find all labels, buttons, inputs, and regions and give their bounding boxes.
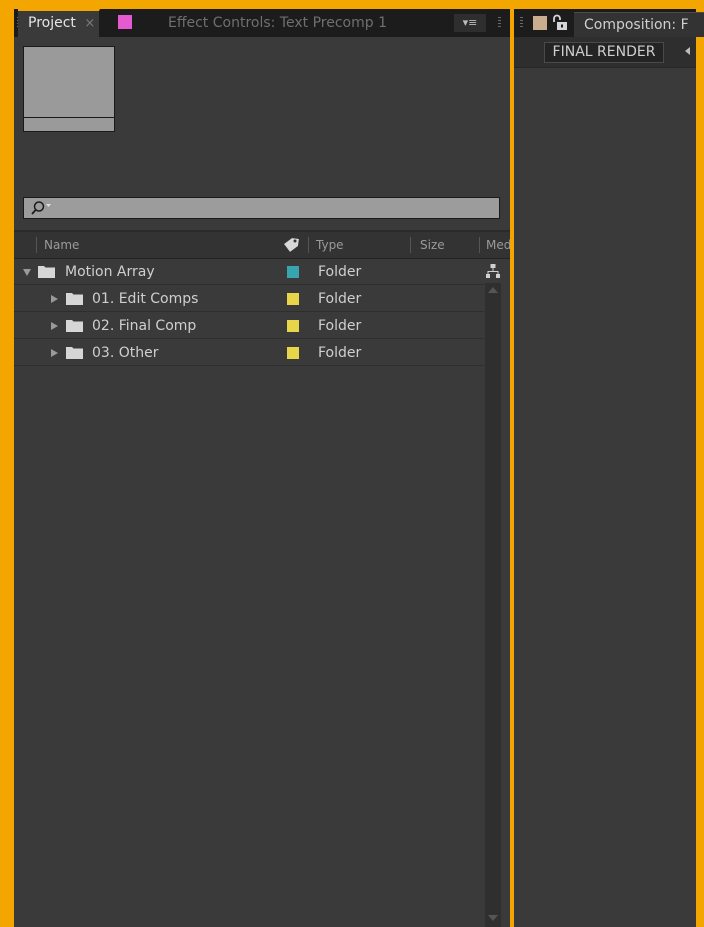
final-render-button[interactable]: FINAL RENDER (544, 42, 664, 63)
label-color-swatch[interactable] (287, 293, 299, 305)
expand-triangle-icon[interactable] (51, 295, 58, 303)
column-header-row: Name Type Size Med (14, 232, 510, 259)
column-divider[interactable] (410, 237, 411, 253)
item-type: Folder (318, 345, 362, 361)
label-color-swatch[interactable] (287, 347, 299, 359)
item-name: 01. Edit Comps (92, 291, 199, 307)
column-header-media[interactable]: Med (486, 232, 510, 258)
project-panel: Project × Effect Controls: Text Precomp … (14, 9, 510, 927)
list-item-03-other[interactable]: 03. Other Folder (14, 340, 484, 366)
tab-project[interactable]: Project × (18, 9, 100, 37)
panel-menu-icon[interactable]: ▾≡ (454, 14, 486, 32)
column-header-name[interactable]: Name (44, 232, 79, 258)
folder-icon (66, 320, 83, 332)
column-header-size[interactable]: Size (420, 232, 445, 258)
column-divider[interactable] (308, 237, 309, 253)
project-tab-bar: Project × Effect Controls: Text Precomp … (14, 9, 510, 37)
folder-icon (66, 347, 83, 359)
list-item-motion-array[interactable]: Motion Array Folder (14, 259, 484, 285)
item-preview-thumbnail (23, 46, 115, 132)
panel-grip-icon[interactable] (520, 17, 523, 29)
column-divider[interactable] (479, 237, 480, 253)
item-name: 03. Other (92, 345, 159, 361)
lock-icon[interactable] (551, 14, 569, 32)
composition-tab-bar: Composition: F (514, 9, 704, 37)
column-divider[interactable] (36, 237, 37, 253)
tab-composition[interactable]: Composition: F (574, 12, 704, 37)
folder-icon (38, 266, 55, 278)
item-type: Folder (318, 318, 362, 334)
scroll-down-arrow-icon[interactable] (488, 915, 498, 921)
tab-effect-controls-label: Effect Controls: Text Precomp 1 (168, 15, 387, 31)
item-name: Motion Array (65, 264, 155, 280)
panel-grip-icon[interactable] (498, 17, 501, 29)
nav-left-arrow-icon[interactable] (685, 47, 690, 55)
composition-viewer[interactable] (514, 68, 696, 927)
close-icon[interactable]: × (84, 16, 95, 31)
list-item-01-edit-comps[interactable]: 01. Edit Comps Folder (14, 286, 484, 312)
label-color-swatch (118, 15, 132, 29)
list-item-02-final-comp[interactable]: 02. Final Comp Folder (14, 313, 484, 339)
composition-panel: Composition: F FINAL RENDER (514, 9, 704, 927)
flowchart-icon[interactable] (485, 263, 501, 279)
label-color-swatch[interactable] (287, 266, 299, 278)
column-header-type[interactable]: Type (316, 232, 344, 258)
tab-project-label: Project (28, 15, 76, 31)
search-input[interactable] (23, 197, 500, 219)
item-type: Folder (318, 291, 362, 307)
composition-toolbar: FINAL RENDER (514, 37, 696, 68)
search-icon[interactable] (30, 200, 52, 216)
tab-effect-controls[interactable]: Effect Controls: Text Precomp 1 (118, 9, 387, 37)
thumbnail-strip (24, 117, 114, 131)
scroll-up-arrow-icon[interactable] (488, 287, 498, 293)
vertical-scrollbar[interactable] (485, 283, 501, 927)
item-name: 02. Final Comp (92, 318, 197, 334)
item-type: Folder (318, 264, 362, 280)
expand-triangle-icon[interactable] (51, 322, 58, 330)
expand-triangle-icon[interactable] (51, 349, 58, 357)
expand-triangle-icon[interactable] (23, 269, 31, 276)
label-color-swatch[interactable] (287, 320, 299, 332)
label-tag-icon[interactable] (281, 236, 301, 254)
folder-icon (66, 293, 83, 305)
label-color-swatch (533, 16, 547, 30)
